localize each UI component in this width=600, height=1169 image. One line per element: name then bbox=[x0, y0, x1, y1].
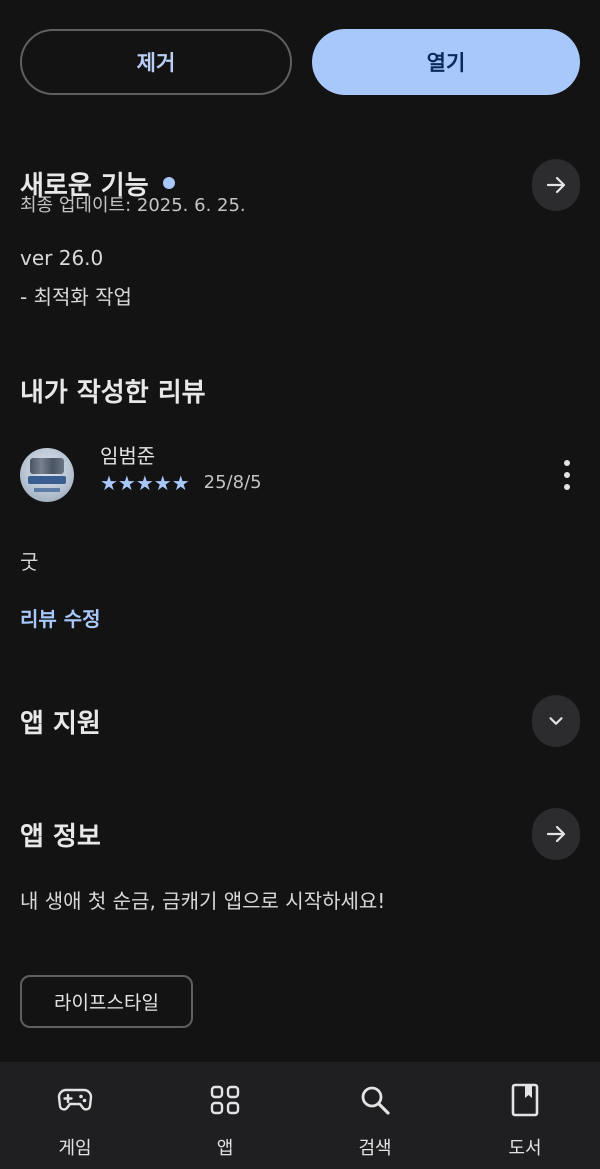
nav-item-search[interactable]: 검색 bbox=[300, 1062, 450, 1169]
nav-label-apps: 앱 bbox=[216, 1138, 234, 1159]
open-button[interactable]: 열기 bbox=[312, 29, 580, 95]
book-icon bbox=[505, 1080, 545, 1120]
more-options-icon[interactable] bbox=[562, 460, 572, 490]
nav-item-games[interactable]: 게임 bbox=[0, 1062, 150, 1169]
nav-item-apps[interactable]: 앱 bbox=[150, 1062, 300, 1169]
gamepad-icon bbox=[55, 1080, 95, 1120]
release-notes-text: - 최적화 작업 bbox=[20, 285, 132, 309]
search-icon bbox=[355, 1080, 395, 1120]
chevron-down-icon bbox=[549, 717, 563, 725]
uninstall-button[interactable]: 제거 bbox=[20, 29, 292, 95]
arrow-right-icon bbox=[546, 176, 566, 194]
review-date: 25/8/5 bbox=[203, 472, 262, 493]
action-buttons: 제거 열기 bbox=[20, 29, 580, 95]
app-support-title: 앱 지원 bbox=[20, 708, 101, 739]
review-text: 굿 bbox=[20, 550, 39, 574]
app-support-header[interactable]: 앱 지원 bbox=[20, 695, 580, 747]
app-info-arrow-button[interactable] bbox=[532, 808, 580, 860]
rating-row: ★★★★★ 25/8/5 bbox=[100, 472, 262, 493]
reviewer-name: 임범준 bbox=[100, 444, 156, 468]
star-rating-icons: ★★★★★ bbox=[100, 470, 190, 495]
app-support-expand-button[interactable] bbox=[532, 695, 580, 747]
version-text: ver 26.0 bbox=[20, 246, 104, 270]
apps-grid-icon bbox=[205, 1080, 245, 1120]
whats-new-arrow-button[interactable] bbox=[532, 159, 580, 211]
avatar bbox=[20, 448, 74, 502]
arrow-right-icon bbox=[546, 825, 566, 843]
nav-label-books: 도서 bbox=[508, 1138, 542, 1159]
new-indicator-dot bbox=[162, 177, 175, 189]
nav-label-search: 검색 bbox=[358, 1138, 392, 1159]
nav-item-books[interactable]: 도서 bbox=[450, 1062, 600, 1169]
category-chip[interactable]: 라이프스타일 bbox=[20, 975, 193, 1028]
review-item: 임범준 ★★★★★ 25/8/5 bbox=[20, 440, 580, 506]
app-details-page: 제거 열기 새로운 기능 최종 업데이트: 2025. 6. 25. ver 2… bbox=[0, 0, 600, 1169]
nav-label-games: 게임 bbox=[58, 1138, 92, 1159]
app-info-header[interactable]: 앱 정보 bbox=[20, 808, 580, 860]
app-info-title: 앱 정보 bbox=[20, 821, 101, 852]
last-updated-text: 최종 업데이트: 2025. 6. 25. bbox=[20, 195, 246, 216]
edit-review-link[interactable]: 리뷰 수정 bbox=[20, 603, 101, 632]
app-description: 내 생애 첫 순금, 금캐기 앱으로 시작하세요! bbox=[20, 889, 386, 913]
my-review-header: 내가 작성한 리뷰 bbox=[20, 372, 580, 409]
my-review-title: 내가 작성한 리뷰 bbox=[20, 378, 206, 408]
bottom-navigation: 게임 앱 검색 도서 bbox=[0, 1062, 600, 1169]
